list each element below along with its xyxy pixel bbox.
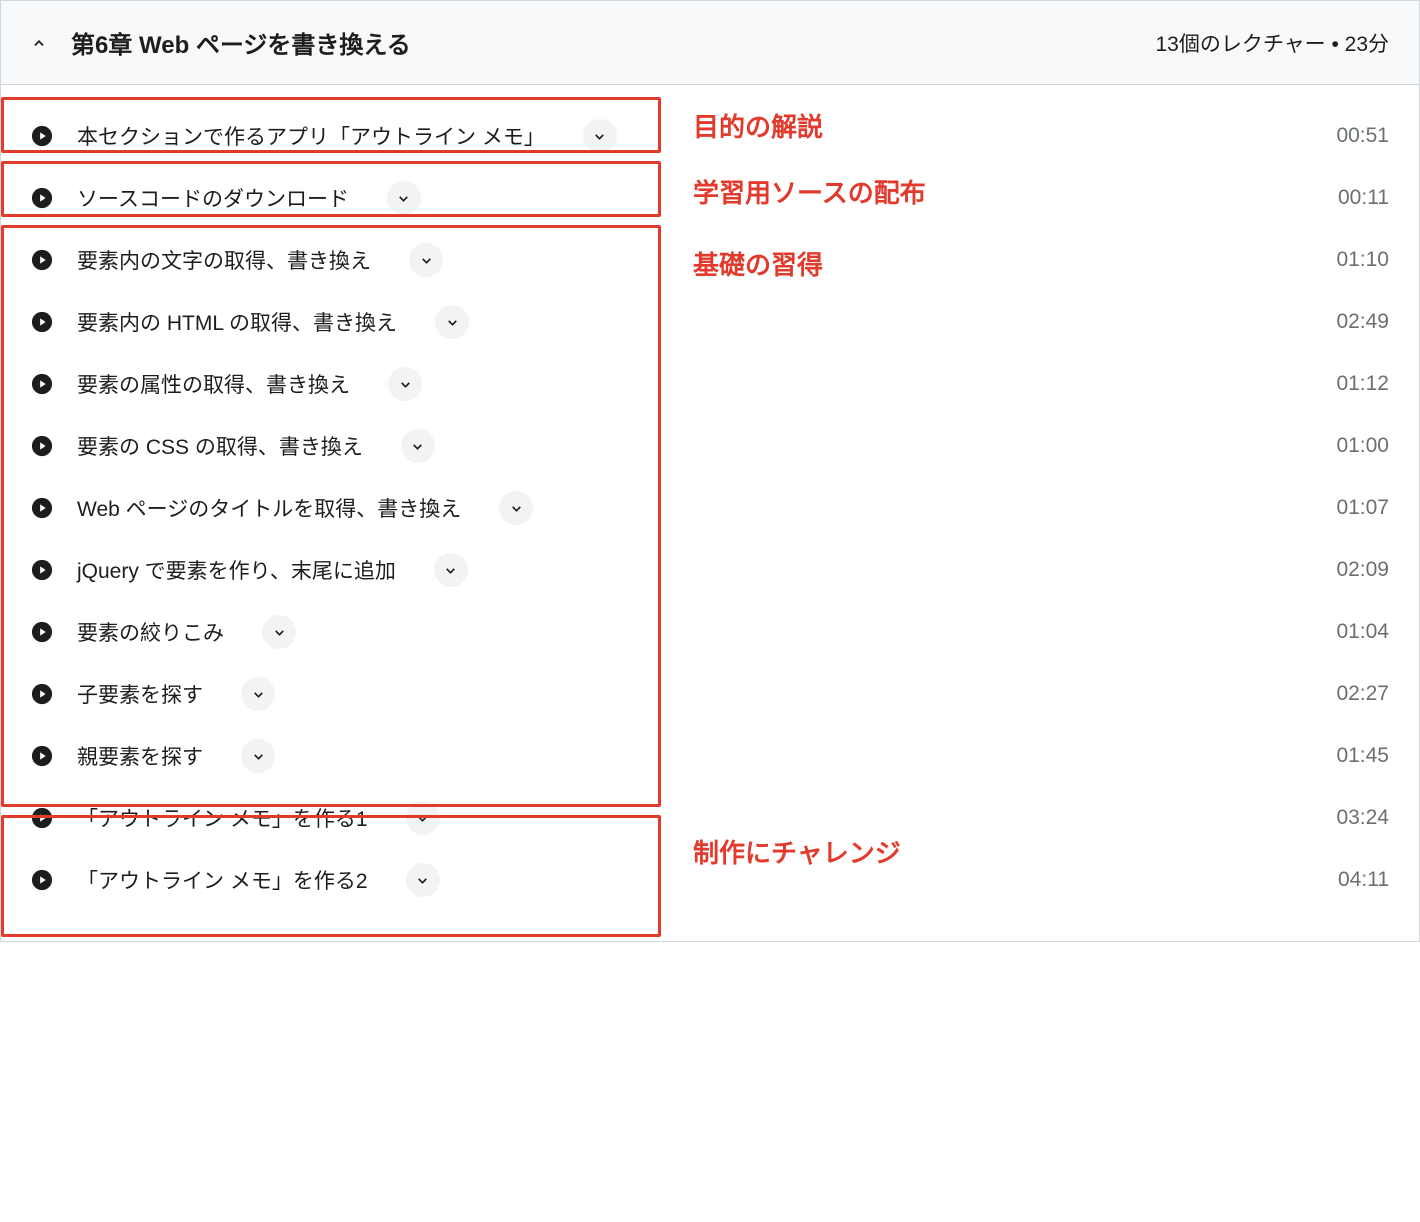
chevron-down-icon[interactable] xyxy=(409,243,443,277)
lecture-title: 要素の CSS の取得、書き換え xyxy=(77,431,363,461)
play-icon xyxy=(31,745,53,767)
lecture-row[interactable]: ソースコードのダウンロード 00:11 xyxy=(31,167,1389,229)
play-icon xyxy=(31,435,53,457)
lecture-duration: 01:07 xyxy=(1336,496,1389,520)
chevron-down-icon[interactable] xyxy=(499,491,533,525)
lecture-title: 要素内の HTML の取得、書き換え xyxy=(77,307,397,337)
lecture-title: 本セクションで作るアプリ「アウトライン メモ」 xyxy=(77,121,545,151)
lecture-row[interactable]: 「アウトライン メモ」を作る1 03:24 xyxy=(31,787,1389,849)
lecture-title: Web ページのタイトルを取得、書き換え xyxy=(77,493,461,523)
play-icon xyxy=(31,683,53,705)
lecture-row[interactable]: 要素の CSS の取得、書き換え 01:00 xyxy=(31,415,1389,477)
lecture-duration: 01:00 xyxy=(1336,434,1389,458)
chevron-down-icon[interactable] xyxy=(387,181,421,215)
lecture-title: 「アウトライン メモ」を作る1 xyxy=(77,803,368,833)
chevron-down-icon[interactable] xyxy=(406,863,440,897)
chevron-down-icon[interactable] xyxy=(388,367,422,401)
play-icon xyxy=(31,559,53,581)
chevron-down-icon[interactable] xyxy=(262,615,296,649)
play-icon xyxy=(31,807,53,829)
section-body: 本セクションで作るアプリ「アウトライン メモ」 00:51 ソースコードのダウン… xyxy=(1,85,1419,941)
lecture-title: 要素内の文字の取得、書き換え xyxy=(77,245,371,275)
chevron-down-icon[interactable] xyxy=(241,677,275,711)
lecture-row[interactable]: 要素の絞りこみ 01:04 xyxy=(31,601,1389,663)
lectures-list: 本セクションで作るアプリ「アウトライン メモ」 00:51 ソースコードのダウン… xyxy=(31,105,1389,911)
play-icon xyxy=(31,373,53,395)
section-header-left: 第6章 Web ページを書き換える xyxy=(31,25,411,60)
lecture-row[interactable]: 子要素を探す 02:27 xyxy=(31,663,1389,725)
course-section-container: 第6章 Web ページを書き換える 13個のレクチャー • 23分 本セクション… xyxy=(0,0,1420,942)
lecture-duration: 04:11 xyxy=(1338,868,1389,892)
lecture-duration: 01:10 xyxy=(1336,248,1389,272)
play-icon xyxy=(31,187,53,209)
lecture-duration: 00:51 xyxy=(1336,124,1389,148)
lecture-title: 要素の絞りこみ xyxy=(77,617,224,647)
lecture-title: 親要素を探す xyxy=(77,741,203,771)
section-meta: 13個のレクチャー • 23分 xyxy=(1155,28,1389,58)
chevron-down-icon[interactable] xyxy=(241,739,275,773)
lecture-row[interactable]: 要素内の HTML の取得、書き換え 02:49 xyxy=(31,291,1389,353)
chevron-down-icon[interactable] xyxy=(406,801,440,835)
chevron-down-icon[interactable] xyxy=(401,429,435,463)
lecture-row[interactable]: 「アウトライン メモ」を作る2 04:11 xyxy=(31,849,1389,911)
section-header[interactable]: 第6章 Web ページを書き換える 13個のレクチャー • 23分 xyxy=(1,0,1419,85)
chevron-down-icon[interactable] xyxy=(434,553,468,587)
lecture-row[interactable]: 本セクションで作るアプリ「アウトライン メモ」 00:51 xyxy=(31,105,1389,167)
lecture-duration: 01:04 xyxy=(1336,620,1389,644)
lecture-duration: 01:45 xyxy=(1336,744,1389,768)
lecture-row[interactable]: 要素内の文字の取得、書き換え 01:10 xyxy=(31,229,1389,291)
play-icon xyxy=(31,125,53,147)
lecture-title: 要素の属性の取得、書き換え xyxy=(77,369,350,399)
lecture-title: jQuery で要素を作り、末尾に追加 xyxy=(77,555,396,585)
lecture-title: 「アウトライン メモ」を作る2 xyxy=(77,865,368,895)
lecture-title: 子要素を探す xyxy=(77,679,203,709)
chevron-down-icon[interactable] xyxy=(583,119,617,153)
section-title: 第6章 Web ページを書き換える xyxy=(71,25,411,60)
play-icon xyxy=(31,311,53,333)
lecture-duration: 00:11 xyxy=(1338,186,1389,210)
lecture-duration: 02:49 xyxy=(1336,310,1389,334)
chevron-down-icon[interactable] xyxy=(435,305,469,339)
lecture-duration: 01:12 xyxy=(1336,372,1389,396)
lecture-row[interactable]: 要素の属性の取得、書き換え 01:12 xyxy=(31,353,1389,415)
play-icon xyxy=(31,249,53,271)
play-icon xyxy=(31,497,53,519)
chevron-up-icon xyxy=(31,35,47,51)
lecture-row[interactable]: jQuery で要素を作り、末尾に追加 02:09 xyxy=(31,539,1389,601)
lecture-row[interactable]: Web ページのタイトルを取得、書き換え 01:07 xyxy=(31,477,1389,539)
lecture-title: ソースコードのダウンロード xyxy=(77,183,349,213)
play-icon xyxy=(31,869,53,891)
lecture-row[interactable]: 親要素を探す 01:45 xyxy=(31,725,1389,787)
lecture-duration: 02:27 xyxy=(1336,682,1389,706)
lecture-duration: 03:24 xyxy=(1336,806,1389,830)
play-icon xyxy=(31,621,53,643)
lecture-duration: 02:09 xyxy=(1336,558,1389,582)
